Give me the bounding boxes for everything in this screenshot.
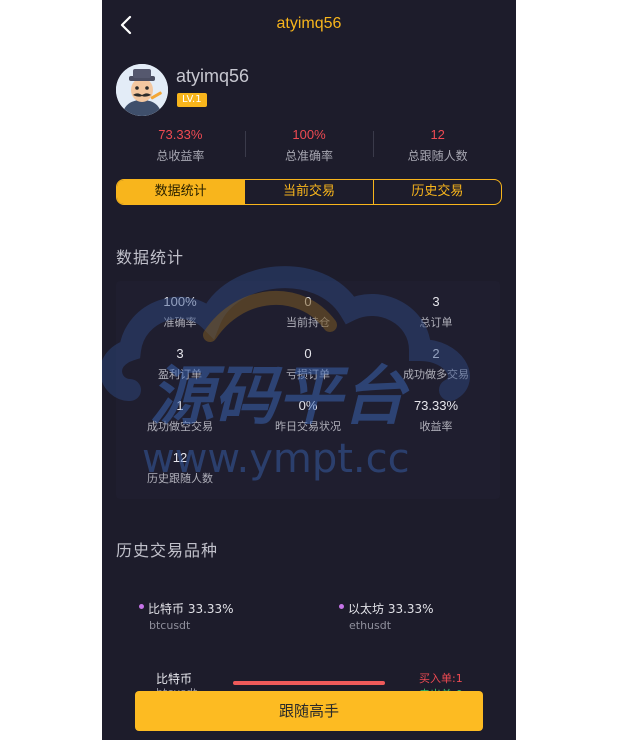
cell-label: 成功做空交易 — [147, 420, 213, 433]
variety-name: 比特币 33.33% — [148, 602, 234, 616]
stat-cell: 100% 准确率 — [116, 294, 244, 330]
cell-value: 1 — [176, 398, 184, 413]
cell-value: 0% — [298, 398, 318, 413]
stat-label: 总跟随人数 — [407, 149, 468, 163]
cell-label: 亏损订单 — [286, 368, 330, 381]
summary-stats: 73.33% 总收益率 100% 总准确率 12 总跟随人数 — [116, 127, 502, 165]
avatar — [116, 64, 168, 116]
section-title-data-stats: 数据统计 — [116, 248, 185, 267]
trade-ratio-bar — [233, 681, 385, 685]
tab-data-stats[interactable]: 数据统计 — [117, 180, 245, 204]
level-badge: LV.1 — [177, 93, 207, 107]
variety-name: 以太坊 33.33% — [348, 602, 434, 616]
cell-value: 73.33% — [413, 398, 459, 413]
stat-cell: 73.33% 收益率 — [372, 398, 500, 434]
stat-cell: 2 成功做多交易 — [372, 346, 500, 382]
cell-value: 3 — [176, 346, 184, 361]
cell-value: 12 — [172, 450, 188, 465]
phone-screen: atyimq56 atyimq56 LV.1 73.33% 总收益率 100% … — [102, 0, 516, 740]
stat-value: 100% — [292, 127, 326, 142]
cell-label: 总订单 — [419, 316, 453, 329]
cell-value: 0 — [304, 294, 312, 309]
variety-item: 以太坊 33.33% ethusdt — [339, 600, 434, 632]
stat-total-accuracy: 100% 总准确率 — [244, 127, 374, 165]
page-title: atyimq56 — [276, 15, 342, 32]
username: atyimq56 — [176, 66, 250, 86]
trader-avatar-icon — [116, 64, 168, 116]
section-title-history-varieties: 历史交易品种 — [116, 541, 219, 560]
trade-buy-count: 买入单:1 — [419, 672, 463, 685]
cell-label: 昨日交易状况 — [275, 420, 341, 433]
stat-total-followers: 12 总跟随人数 — [373, 127, 502, 165]
tab-history-trades[interactable]: 历史交易 — [372, 180, 501, 204]
cell-value: 0 — [304, 346, 312, 361]
cell-label: 当前持仓 — [286, 316, 330, 329]
stat-cell: 3 总订单 — [372, 294, 500, 330]
stat-cell: 1 成功做空交易 — [116, 398, 244, 434]
cell-value: 2 — [432, 346, 440, 361]
stat-total-return: 73.33% 总收益率 — [116, 127, 245, 165]
data-stats-panel: 100% 准确率 0 当前持仓 3 总订单 3 盈利订单 0 亏损订单 2 成功… — [116, 281, 500, 499]
tab-bar: 数据统计 当前交易 历史交易 — [116, 179, 502, 205]
bullet-dot-icon — [339, 604, 344, 609]
trade-name: 比特币 — [156, 672, 193, 686]
variety-symbol: btcusdt — [149, 619, 191, 632]
cell-label: 准确率 — [163, 316, 197, 329]
stat-cell: 0 亏损订单 — [244, 346, 372, 382]
stat-cell: 3 盈利订单 — [116, 346, 244, 382]
tab-current-trades[interactable]: 当前交易 — [244, 180, 372, 204]
variety-item: 比特币 33.33% btcusdt — [139, 600, 234, 632]
cell-label: 成功做多交易 — [403, 368, 469, 381]
cell-label: 收益率 — [419, 420, 453, 433]
cell-label: 盈利订单 — [158, 368, 202, 381]
cell-value: 3 — [432, 294, 440, 309]
stat-value: 12 — [430, 127, 445, 142]
bullet-dot-icon — [139, 604, 144, 609]
top-bar: atyimq56 — [102, 0, 516, 50]
stat-value: 73.33% — [158, 127, 203, 142]
variety-symbol: ethusdt — [349, 619, 392, 632]
stat-cell: 0 当前持仓 — [244, 294, 372, 330]
stat-label: 总准确率 — [285, 149, 334, 163]
stat-label: 总收益率 — [156, 149, 205, 163]
stat-cell: 12 历史跟随人数 — [116, 450, 244, 486]
stat-cell: 0% 昨日交易状况 — [244, 398, 372, 434]
follow-button[interactable]: 跟随高手 — [135, 691, 483, 731]
cell-label: 历史跟随人数 — [147, 472, 213, 485]
cell-value: 100% — [163, 294, 197, 309]
